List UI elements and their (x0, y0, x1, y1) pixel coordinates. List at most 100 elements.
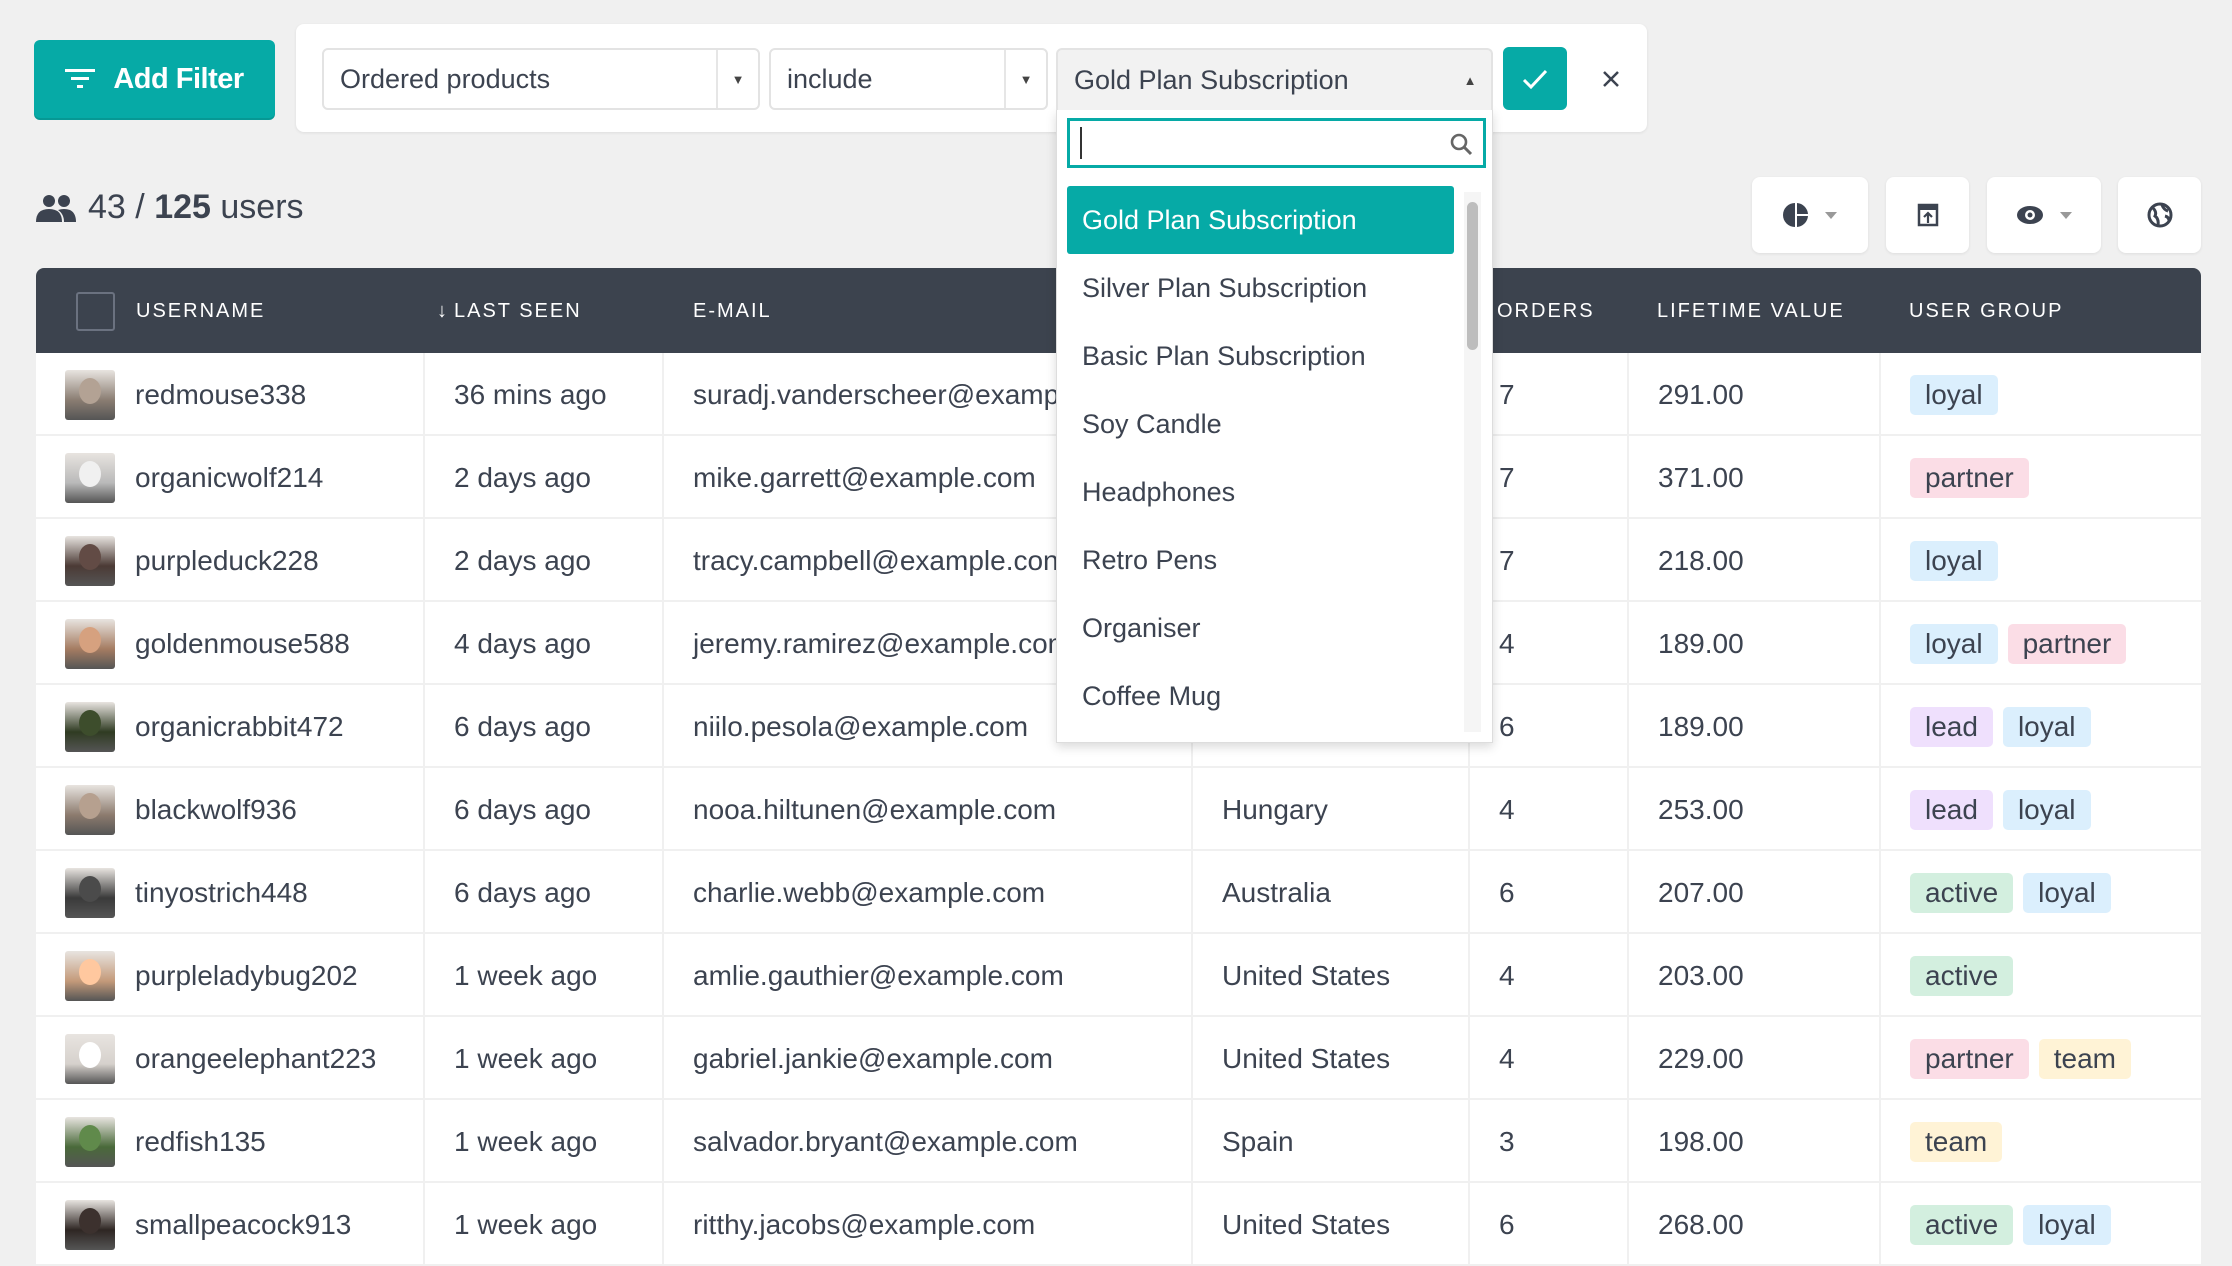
header-lifetime-value[interactable]: LIFETIME VALUE (1657, 300, 1845, 323)
export-button[interactable] (1886, 177, 1969, 253)
username[interactable]: redmouse338 (135, 379, 306, 411)
user-group-tag: loyal (1910, 623, 1998, 664)
column-divider (423, 602, 425, 683)
last-seen-cell: 36 mins ago (454, 378, 607, 410)
user-group-tag: lead (1910, 706, 1993, 747)
dropdown-option[interactable]: Headphones (1067, 458, 1454, 526)
dropdown-option[interactable]: Gold Plan Subscription (1067, 186, 1454, 254)
scrollbar-thumb[interactable] (1467, 202, 1478, 350)
table-row[interactable]: orangeelephant223 1 week ago gabriel.janki… (36, 1017, 2201, 1100)
header-email[interactable]: E-MAIL (693, 300, 772, 323)
column-divider (662, 768, 664, 849)
dropdown-option[interactable]: Organiser (1067, 594, 1454, 662)
apply-filter-button[interactable] (1503, 47, 1567, 110)
user-group-tag: loyal (2023, 1204, 2111, 1245)
search-icon (1450, 133, 1473, 156)
caret-down-icon (1825, 211, 1837, 219)
user-group-tag: loyal (2002, 706, 2091, 747)
caret-down-icon (2060, 211, 2072, 219)
header-last-seen[interactable]: LAST SEEN (454, 300, 582, 323)
check-icon (1522, 69, 1548, 89)
groups-cell: loyal (1910, 353, 2008, 436)
username-cell: orangeelephant223 (65, 1017, 376, 1100)
username[interactable]: tinyostrich448 (135, 877, 308, 909)
segments-button[interactable] (1752, 177, 1868, 253)
column-divider (1879, 436, 1881, 517)
avatar (65, 1199, 115, 1250)
column-divider (1627, 851, 1629, 932)
username[interactable]: organicwolf214 (135, 462, 323, 494)
user-group-tag: active (1910, 955, 2014, 996)
user-group-tag: partner (1910, 457, 2029, 498)
header-orders[interactable]: ORDERS (1497, 300, 1595, 323)
dropdown-option[interactable]: Soy Candle (1067, 390, 1454, 458)
username[interactable]: goldenmouse588 (135, 628, 350, 660)
header-user-group[interactable]: USER GROUP (1909, 300, 2063, 323)
column-divider (1879, 519, 1881, 600)
column-divider (662, 353, 664, 434)
username[interactable]: purpleduck228 (135, 545, 319, 577)
user-group-tag: active (1910, 872, 2014, 913)
globe-icon (2147, 202, 2172, 228)
orders-cell: 4 (1499, 793, 1515, 825)
chevron-down-icon: ▼ (716, 50, 758, 108)
column-divider (662, 436, 664, 517)
select-all-checkbox[interactable] (76, 292, 115, 331)
text-cursor (1080, 127, 1082, 159)
dropdown-option[interactable]: Basic Plan Subscription (1067, 322, 1454, 390)
count-unit: users (220, 188, 304, 226)
user-group-tag: team (2038, 1038, 2131, 1079)
header-username[interactable]: USERNAME (136, 300, 265, 323)
dropdown-search-input[interactable] (1067, 118, 1486, 168)
column-divider (423, 851, 425, 932)
avatar (65, 950, 115, 1001)
groups-cell: active loyal (1910, 851, 2121, 934)
user-group-tag: loyal (2002, 789, 2091, 830)
product-select[interactable]: Gold Plan Subscription ▲ (1056, 48, 1493, 110)
orders-cell: 6 (1499, 710, 1515, 742)
email-cell: jeremy.ramirez@example.com (693, 627, 1071, 659)
field-select[interactable]: Ordered products ▼ (322, 48, 760, 110)
column-divider (1627, 436, 1629, 517)
avatar (65, 452, 115, 503)
operator-select[interactable]: include ▼ (769, 48, 1048, 110)
dropdown-option[interactable]: Retro Pens (1067, 526, 1454, 594)
dropdown-option[interactable]: Silver Plan Subscription (1067, 254, 1454, 322)
dropdown-option[interactable]: Coffee Mug (1067, 662, 1454, 730)
email-cell: suradj.vanderscheer@examp (693, 378, 1060, 410)
last-seen-cell: 6 days ago (454, 710, 591, 742)
table-row[interactable]: smallpeacock913 1 week ago ritthy.jacobs@e… (36, 1183, 2201, 1266)
country-cell: United States (1222, 1208, 1391, 1240)
avatar (65, 1116, 115, 1167)
dropdown-scrollbar[interactable] (1464, 192, 1481, 732)
column-divider (423, 519, 425, 600)
value-cell: 207.00 (1658, 876, 1744, 908)
username[interactable]: purpleladybug202 (135, 960, 358, 992)
columns-visibility-button[interactable] (1987, 177, 2101, 253)
last-seen-cell: 1 week ago (454, 1125, 598, 1157)
orders-cell: 4 (1499, 627, 1515, 659)
email-cell: mike.garrett@example.com (693, 461, 1036, 493)
column-divider (1191, 768, 1193, 849)
column-divider (1879, 934, 1881, 1015)
username[interactable]: organicrabbit472 (135, 711, 344, 743)
close-filter-button[interactable] (1596, 58, 1626, 98)
table-row[interactable]: purpleladybug202 1 week ago amlie.gauthier… (36, 934, 2201, 1017)
user-group-tag: loyal (1910, 374, 1998, 415)
column-divider (1879, 1017, 1881, 1098)
add-filter-button[interactable]: Add Filter (34, 40, 275, 118)
username[interactable]: blackwolf936 (135, 794, 297, 826)
orders-cell: 6 (1499, 876, 1515, 908)
avatar (65, 618, 115, 669)
groups-cell: partner team (1910, 1017, 2141, 1100)
table-row[interactable]: blackwolf936 6 days ago nooa.hiltunen@exam… (36, 768, 2201, 851)
username[interactable]: orangeelephant223 (135, 1043, 376, 1075)
column-divider (423, 1100, 425, 1181)
avatar (65, 867, 115, 918)
username[interactable]: smallpeacock913 (135, 1209, 351, 1241)
table-row[interactable]: redfish135 1 week ago salvador.bryant@exam… (36, 1100, 2201, 1183)
column-divider (423, 934, 425, 1015)
table-row[interactable]: tinyostrich448 6 days ago charlie.webb@exa… (36, 851, 2201, 934)
username[interactable]: redfish135 (135, 1126, 266, 1158)
map-view-button[interactable] (2118, 177, 2201, 253)
